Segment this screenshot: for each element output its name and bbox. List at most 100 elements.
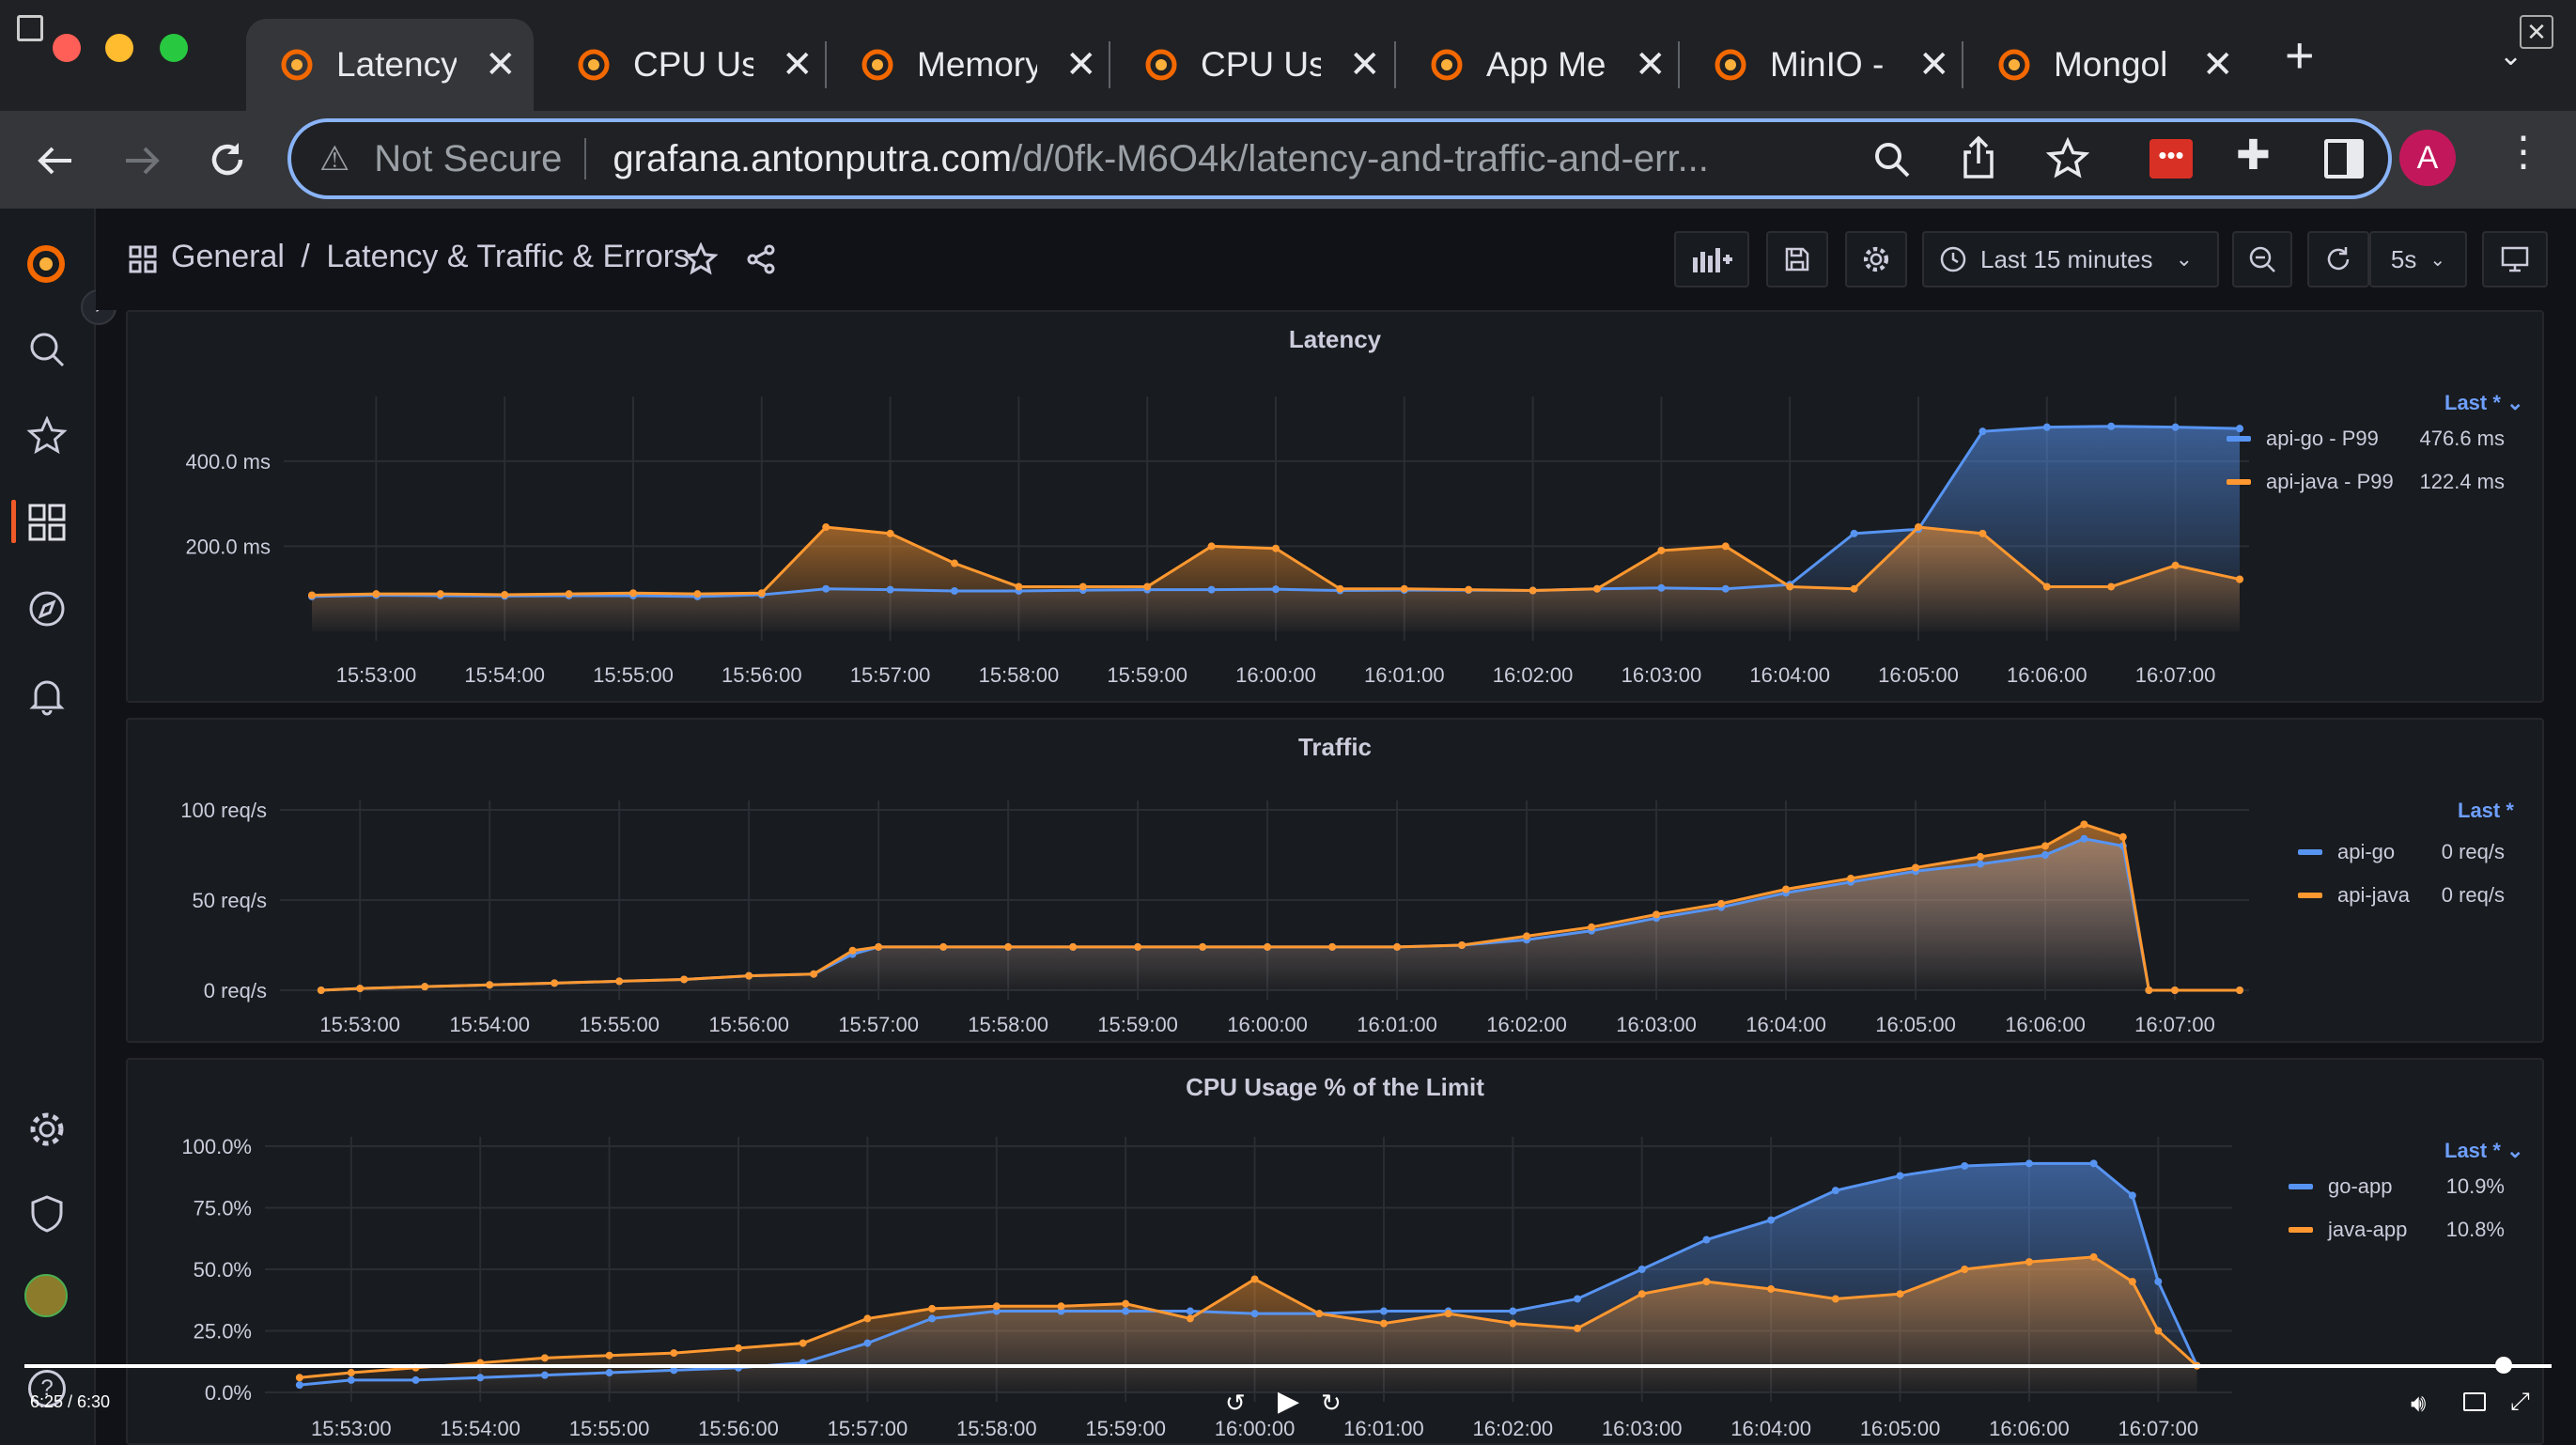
data-point[interactable] [2080, 820, 2088, 829]
rewind-icon[interactable]: ↺ [1225, 1389, 1246, 1418]
data-point[interactable] [421, 983, 429, 991]
data-point[interactable] [2080, 834, 2088, 843]
data-point[interactable] [1961, 1266, 1969, 1273]
legend-header[interactable]: Last * ⌄ [2444, 1139, 2523, 1163]
data-point[interactable] [886, 585, 894, 594]
volume-icon[interactable]: 🔊︎ [2411, 1389, 2426, 1419]
data-point[interactable] [1979, 529, 1987, 537]
reload-icon[interactable] [205, 137, 250, 182]
data-point[interactable] [1186, 1307, 1194, 1315]
data-point[interactable] [2171, 561, 2180, 569]
address-bar[interactable]: ⚠ Not Secure grafana.antonputra.com/d/0f… [287, 118, 2392, 199]
new-tab-button[interactable]: + [2285, 30, 2315, 81]
data-point[interactable] [1069, 942, 1078, 951]
data-point[interactable] [1272, 585, 1280, 594]
data-point[interactable] [1207, 585, 1216, 594]
data-point[interactable] [1328, 942, 1337, 951]
data-point[interactable] [2154, 1327, 2163, 1335]
browser-tab[interactable]: Memory ✕ [827, 19, 1109, 111]
data-point[interactable] [2107, 583, 2116, 591]
configuration-gear-icon[interactable] [26, 1109, 68, 1150]
data-point[interactable] [2041, 842, 2050, 850]
data-point[interactable] [1199, 942, 1207, 951]
data-point[interactable] [1015, 583, 1023, 591]
data-point[interactable] [1847, 874, 1855, 882]
data-point[interactable] [863, 1339, 872, 1347]
data-point[interactable] [1509, 1307, 1517, 1315]
data-point[interactable] [1850, 529, 1858, 537]
legend-header[interactable]: Last * [2458, 799, 2514, 823]
refresh-button[interactable] [2307, 231, 2369, 287]
data-point[interactable] [1977, 860, 1985, 868]
data-point[interactable] [1896, 1172, 1904, 1180]
data-point[interactable] [1588, 923, 1596, 931]
data-point[interactable] [1912, 863, 1920, 872]
data-point[interactable] [1336, 584, 1344, 593]
close-tab-icon[interactable]: ✕ [1918, 43, 1950, 86]
data-point[interactable] [317, 987, 325, 994]
data-point[interactable] [1702, 1235, 1711, 1244]
data-point[interactable] [2154, 1278, 2163, 1286]
favorite-star-icon[interactable] [684, 242, 718, 276]
close-tab-icon[interactable]: ✕ [485, 43, 517, 86]
data-point[interactable] [1574, 1295, 1582, 1303]
data-point[interactable] [1444, 1310, 1452, 1318]
video-progress-thumb[interactable] [2495, 1357, 2512, 1374]
data-point[interactable] [2025, 1258, 2033, 1266]
data-point[interactable] [1509, 1319, 1517, 1328]
browser-tab[interactable]: CPU Us ✕ [543, 19, 825, 111]
legend-item[interactable]: go-app 10.9% [2289, 1174, 2505, 1199]
data-point[interactable] [486, 981, 494, 989]
bookmark-star-icon[interactable] [2046, 137, 2089, 180]
data-point[interactable] [1465, 585, 1473, 594]
data-point[interactable] [1767, 1216, 1776, 1224]
data-point[interactable] [1458, 941, 1466, 949]
window-icon[interactable] [17, 15, 43, 41]
time-range-picker[interactable]: Last 15 minutes ⌄ [1922, 231, 2219, 287]
add-panel-button[interactable] [1674, 231, 1749, 287]
data-point[interactable] [2042, 423, 2051, 431]
data-point[interactable] [1186, 1314, 1194, 1323]
data-point[interactable] [1977, 852, 1985, 861]
user-avatar[interactable] [24, 1274, 68, 1317]
traffic-chart[interactable]: 15:53:00 15:54:00 15:55:00 15:56:00 15:57:00… [128, 720, 2542, 1041]
zoom-icon[interactable] [1871, 139, 1913, 180]
data-point[interactable] [2128, 1278, 2136, 1286]
maximize-window-button[interactable] [160, 34, 188, 62]
minimize-window-button[interactable] [105, 34, 133, 62]
data-point[interactable] [939, 942, 948, 951]
data-point[interactable] [2025, 1159, 2033, 1168]
share-icon[interactable] [1958, 135, 1999, 180]
close-icon[interactable]: ✕ [2520, 15, 2553, 49]
data-point[interactable] [2042, 583, 2051, 591]
share-dashboard-icon[interactable] [744, 242, 778, 276]
extension-red-icon[interactable]: ••• [2149, 139, 2193, 179]
zoom-out-button[interactable] [2232, 231, 2292, 287]
data-point[interactable] [1653, 910, 1661, 919]
captions-icon[interactable] [2463, 1392, 2486, 1411]
data-point[interactable] [2171, 423, 2180, 431]
puzzle-icon[interactable]: ✚ [2236, 132, 2271, 179]
data-point[interactable] [863, 1314, 872, 1323]
data-point[interactable] [1143, 583, 1152, 591]
save-dashboard-button[interactable] [1766, 231, 1828, 287]
data-point[interactable] [629, 589, 637, 598]
kebab-menu-icon[interactable]: ⋮ [2503, 128, 2544, 176]
close-tab-icon[interactable]: ✕ [1635, 43, 1667, 86]
data-point[interactable] [1523, 932, 1531, 940]
data-point[interactable] [1122, 1307, 1130, 1315]
alerting-bell-icon[interactable] [26, 675, 68, 716]
data-point[interactable] [1122, 1299, 1130, 1308]
data-point[interactable] [2128, 1191, 2136, 1200]
data-point[interactable] [2041, 851, 2050, 859]
data-point[interactable] [1850, 584, 1858, 593]
breadcrumb-folder[interactable]: General [171, 239, 285, 274]
data-point[interactable] [1721, 542, 1730, 551]
data-point[interactable] [951, 586, 958, 595]
legend-item[interactable]: api-java - P99 122.4 ms [2227, 470, 2505, 494]
data-point[interactable] [1593, 584, 1601, 593]
browser-tab[interactable]: CPU Us ✕ [1110, 19, 1392, 111]
data-point[interactable] [799, 1339, 807, 1347]
data-point[interactable] [2089, 1159, 2098, 1168]
close-tab-icon[interactable]: ✕ [782, 43, 814, 86]
